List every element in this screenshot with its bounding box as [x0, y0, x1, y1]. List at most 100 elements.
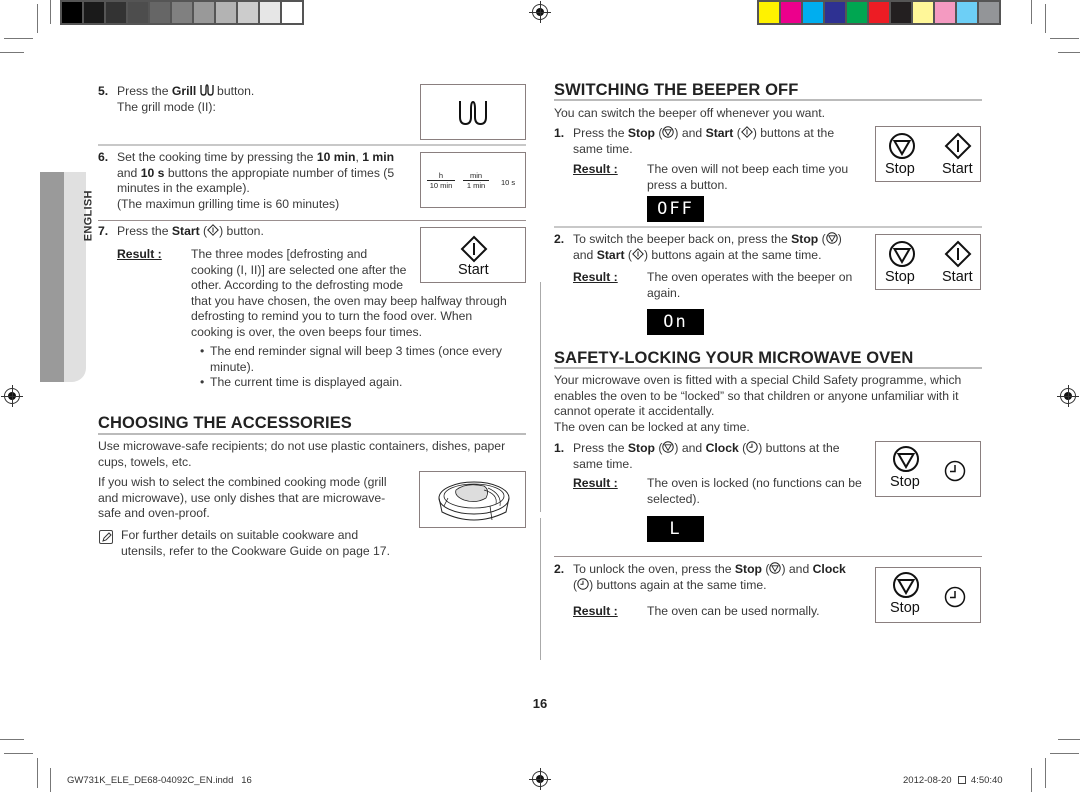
footer-filename: GW731K_ELE_DE68-04092C_EN.indd 16: [67, 775, 252, 786]
crop-mark: [37, 758, 38, 788]
language-tab-label: ENGLISH: [82, 190, 95, 242]
result-label: Result :: [573, 476, 618, 490]
stop-icon: [662, 126, 675, 138]
stop-button-label: Stop: [890, 474, 920, 490]
color-swatch: [84, 2, 104, 23]
beeper-step-2-result: The oven operates with the beeper on aga…: [647, 270, 853, 300]
crop-mark: [50, 768, 51, 792]
result-label: Result :: [117, 247, 162, 261]
color-swatch: [194, 2, 214, 23]
safety-step-1-text: Press the Stop () and Clock () buttons a…: [573, 441, 840, 471]
crop-mark: [1058, 52, 1080, 53]
clock-icon: [944, 460, 966, 482]
step-7-text: Press the Start () button.: [117, 224, 264, 238]
beeper-step-1: 1.: [554, 126, 565, 140]
color-swatch: [172, 2, 192, 23]
crop-mark: [4, 753, 33, 754]
cookware-note: For further details on suitable cookware…: [121, 528, 390, 558]
stop-icon: [662, 441, 675, 453]
start-button-label: Start: [942, 269, 973, 285]
registration-mark-icon: [529, 1, 551, 23]
safety-step-2-text: To unlock the oven, press the Stop () an…: [573, 562, 846, 592]
korean-pm-glyph-icon: [958, 776, 967, 784]
safety-step-2-result: The oven can be used normally.: [647, 604, 820, 618]
display-off: OFF: [647, 196, 704, 222]
section-rule: [554, 99, 982, 101]
crop-mark: [1058, 739, 1080, 740]
start-icon: [740, 126, 753, 138]
divider: [554, 226, 982, 228]
beeper-step-2-text: To switch the beeper back on, press the …: [573, 232, 842, 262]
stop-button-label: Stop: [885, 161, 915, 177]
start-icon: [460, 235, 488, 263]
color-swatch: [62, 2, 82, 23]
stop-clock-button-panel: Stop: [875, 567, 981, 623]
beeper-step-1-text: Press the Stop () and Start () buttons a…: [573, 126, 835, 156]
crop-mark: [1050, 753, 1079, 754]
color-swatch: [913, 2, 933, 23]
stop-icon: [893, 572, 919, 598]
bullet-item: • The current time is displayed again.: [200, 375, 403, 389]
crop-mark: [1031, 768, 1032, 792]
color-swatch: [825, 2, 845, 23]
clock-icon: [944, 586, 966, 608]
section-title-accessories: CHOOSING THE ACCESSORIES: [98, 414, 352, 432]
grill-icon: [459, 100, 487, 126]
section-rule: [98, 433, 526, 435]
column-divider: [540, 518, 541, 660]
grayscale-color-bar: [60, 0, 304, 25]
crop-mark: [1050, 38, 1079, 39]
start-button-label: Start: [458, 262, 489, 278]
safety-step-1: 1.: [554, 441, 565, 455]
hour-10min-button-label: h 10 min: [427, 171, 455, 190]
crop-mark: [0, 52, 24, 53]
divider: [554, 556, 982, 557]
color-swatch: [781, 2, 801, 23]
beeper-step-2: 2.: [554, 232, 565, 246]
stop-icon: [825, 232, 838, 244]
clock-icon: [577, 577, 589, 590]
registration-mark-icon: [529, 768, 551, 790]
divider: [98, 220, 526, 221]
footer-timestamp: 2012-08-20 4:50:40: [903, 775, 1003, 786]
stop-start-button-panel: Stop Start: [875, 234, 981, 290]
color-swatch: [979, 2, 999, 23]
stop-clock-button-panel: Stop: [875, 441, 981, 497]
display-on: On: [647, 309, 704, 335]
color-swatch: [935, 2, 955, 23]
result-label: Result :: [573, 270, 618, 284]
stop-icon: [893, 446, 919, 472]
color-swatch: [759, 2, 779, 23]
divider: [98, 144, 526, 146]
bullet-list: • The end reminder signal will beep 3 ti…: [200, 344, 502, 391]
color-swatch: [282, 2, 302, 23]
display-locked: L: [647, 516, 704, 542]
page-number: 16: [532, 696, 548, 711]
stop-icon: [769, 562, 782, 574]
start-icon: [632, 247, 644, 260]
language-tab-bar: [40, 172, 64, 382]
crop-mark: [37, 4, 38, 33]
beeper-intro: You can switch the beeper off whenever y…: [554, 106, 826, 120]
section-title-beeper: SWITCHING THE BEEPER OFF: [554, 81, 799, 99]
color-swatch: [216, 2, 236, 23]
crop-mark: [1045, 758, 1046, 788]
note-icon: [99, 530, 113, 544]
stop-icon: [889, 241, 915, 267]
registration-mark-icon: [1057, 385, 1079, 407]
color-swatch: [238, 2, 258, 23]
start-icon: [944, 132, 972, 160]
result-label: Result :: [573, 604, 618, 618]
start-icon: [207, 224, 220, 236]
min-1min-button-label: min 1 min: [463, 171, 489, 190]
accessories-paragraph-2: If you wish to select the combined cooki…: [98, 475, 387, 520]
color-swatch: [260, 2, 280, 23]
section-title-safety-locking: SAFETY-LOCKING YOUR MICROWAVE OVEN: [554, 349, 914, 367]
color-swatch: [891, 2, 911, 23]
stop-start-button-panel: Stop Start: [875, 126, 981, 182]
safety-step-2: 2.: [554, 562, 565, 576]
color-swatch: [150, 2, 170, 23]
color-swatch: [869, 2, 889, 23]
start-button-label: Start: [942, 161, 973, 177]
result-label: Result :: [573, 162, 618, 176]
